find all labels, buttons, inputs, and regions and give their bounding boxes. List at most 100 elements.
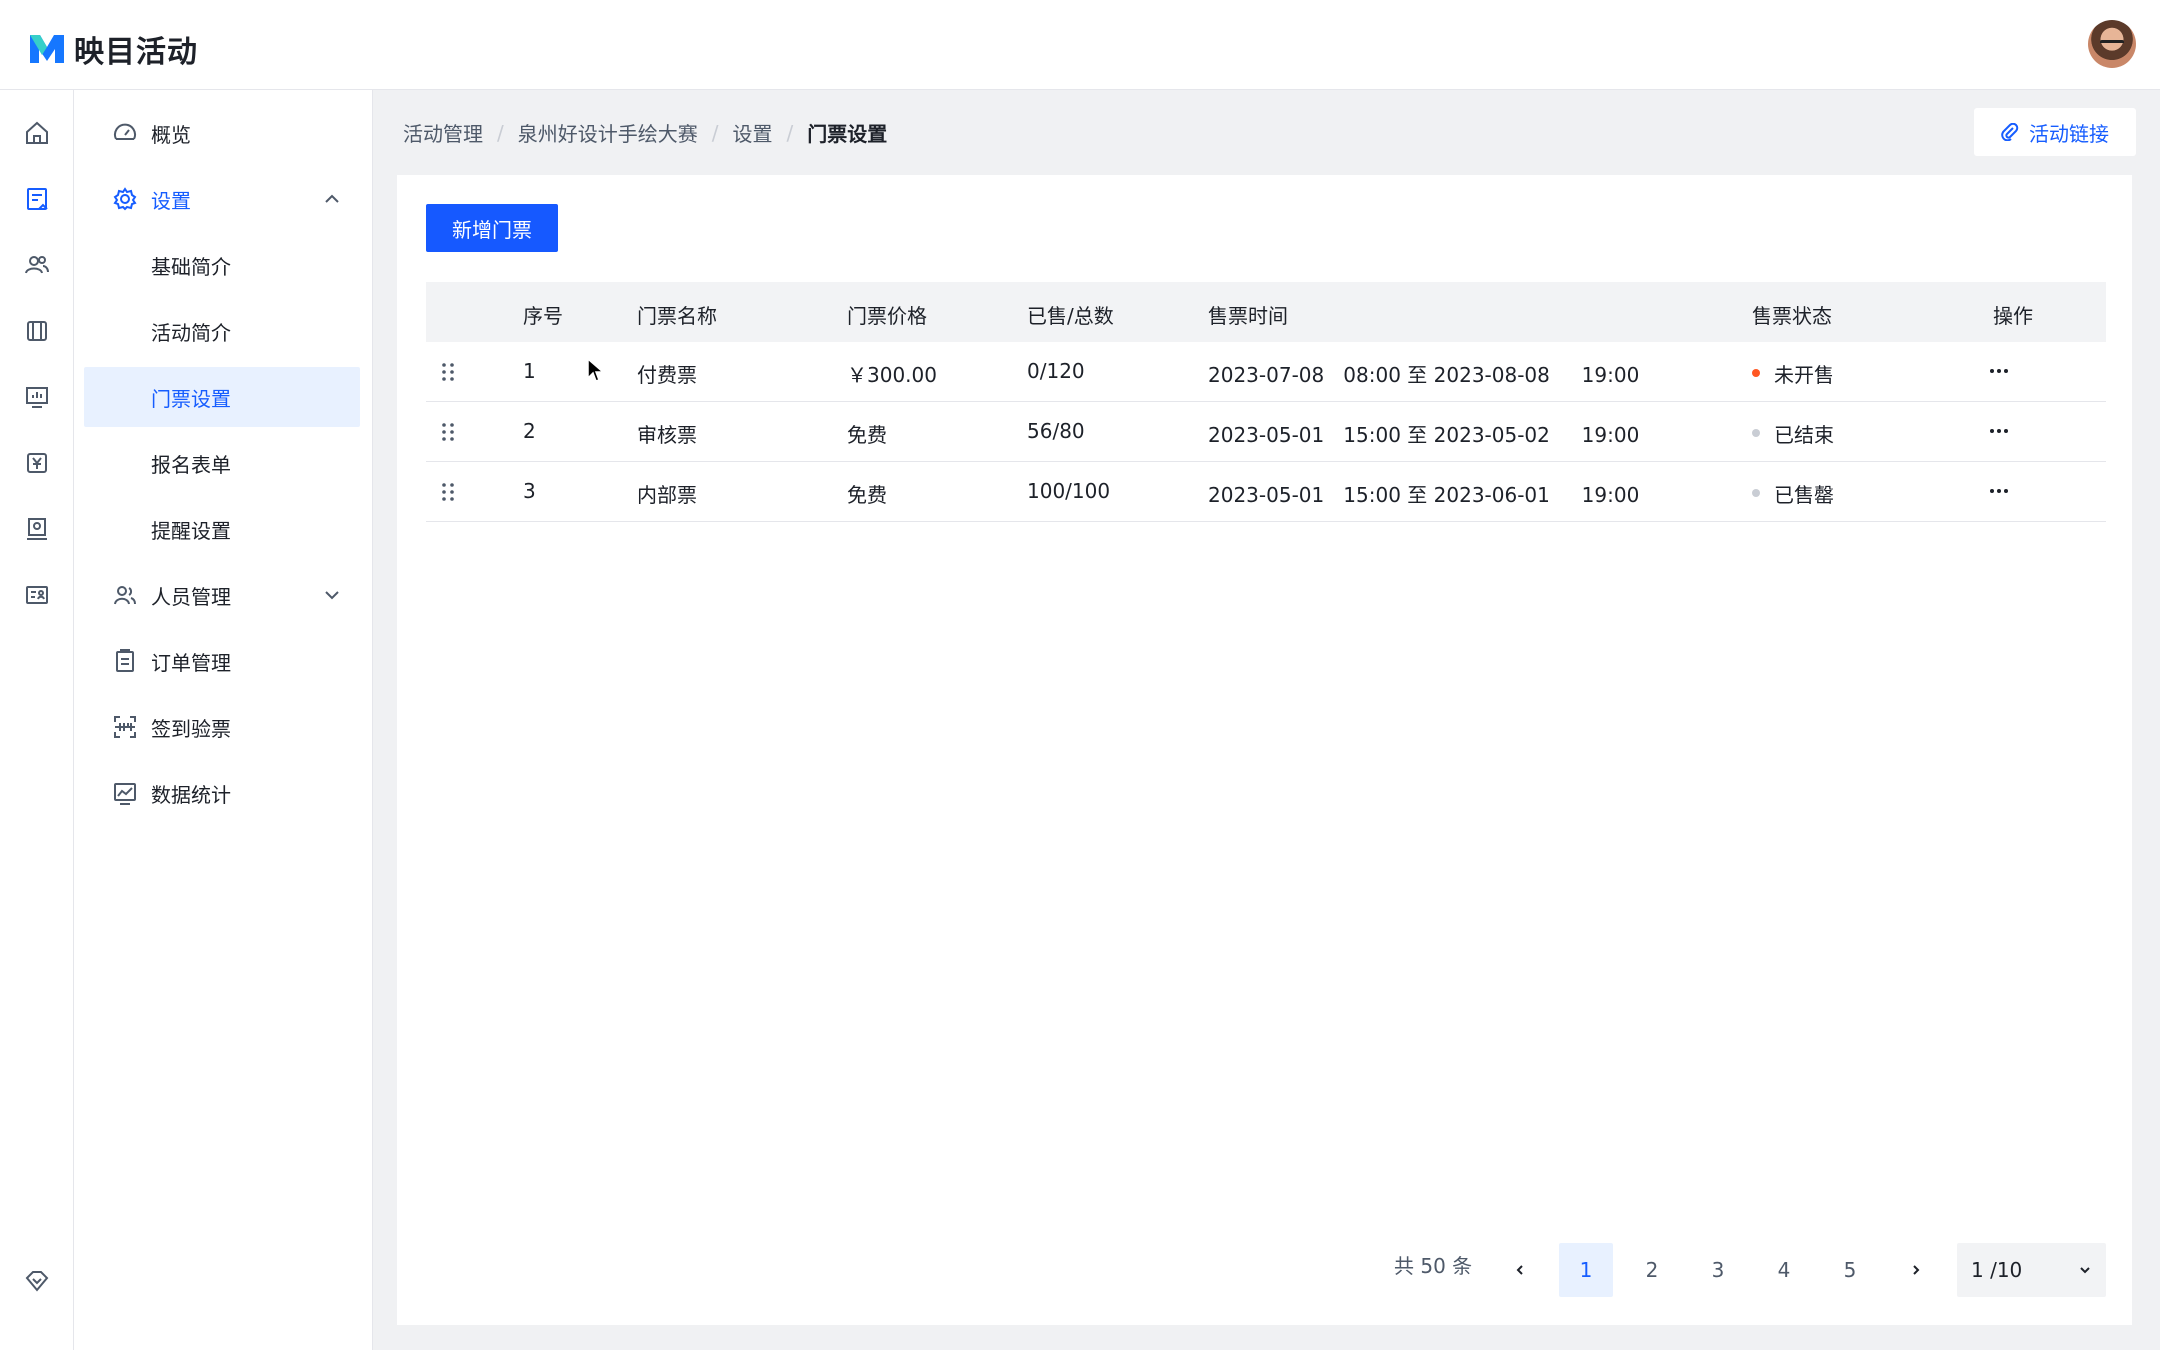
cell-status: 已售罄: [1774, 483, 1834, 507]
cell-name: 审核票: [637, 423, 697, 447]
breadcrumb-item[interactable]: 设置: [733, 118, 773, 147]
dashboard-icon[interactable]: [23, 383, 51, 411]
cell-price: 免费: [847, 423, 887, 447]
menu-registration-form[interactable]: 报名表单: [84, 433, 360, 493]
breadcrumb-separator: /: [497, 120, 504, 145]
breadcrumb-current: 门票设置: [807, 122, 888, 146]
cell-status: 已结束: [1774, 423, 1834, 447]
menu-label: 提醒设置: [151, 518, 231, 543]
menu-checkin[interactable]: 签到验票: [84, 697, 360, 757]
menu-ticket-settings[interactable]: 门票设置: [84, 367, 360, 427]
menu-overview[interactable]: 概览: [84, 103, 360, 163]
more-icon[interactable]: [1984, 356, 2014, 386]
menu-label: 报名表单: [151, 452, 231, 477]
icon-rail: [0, 90, 74, 1350]
menu-label: 订单管理: [151, 650, 231, 675]
menu-basic-intro[interactable]: 基础简介: [84, 235, 360, 295]
cell-sale-time: 2023-07-08 08:00 至 2023-08-08 19:00: [1208, 363, 1640, 387]
cell-sold: 56/80: [1027, 419, 1085, 443]
users-icon[interactable]: [23, 251, 51, 279]
page-button[interactable]: 1: [1559, 1243, 1613, 1297]
certificate-icon[interactable]: [23, 515, 51, 543]
chevron-left-icon: [1516, 1265, 1523, 1275]
more-icon[interactable]: [1984, 476, 2014, 506]
page-button[interactable]: 5: [1823, 1243, 1877, 1297]
cell-name: 内部票: [637, 483, 697, 507]
chevron-right-icon: [1913, 1265, 1920, 1275]
sidebar: 概览 设置 基础简介 活动简介 门票设置 报名表单 提醒设置 人员管理 订单管理…: [74, 90, 373, 1350]
chevron-down-icon: [2080, 1267, 2090, 1274]
scan-icon: [112, 714, 138, 740]
cell-sale-time: 2023-05-01 15:00 至 2023-05-02 19:00: [1208, 423, 1640, 447]
cell-price: ￥300.00: [847, 363, 937, 387]
menu-statistics[interactable]: 数据统计: [84, 763, 360, 823]
breadcrumb-separator: /: [786, 120, 794, 145]
gear-icon: [112, 186, 138, 212]
breadcrumb-separator: /: [711, 120, 719, 145]
column-header: 序号: [523, 304, 563, 328]
table-row[interactable]: 2 审核票 免费 56/80 2023-05-01 15:00 至 2023-0…: [426, 402, 2106, 462]
status-dot: [1752, 429, 1760, 437]
breadcrumb-item[interactable]: 活动管理: [403, 118, 483, 147]
gauge-icon: [112, 120, 138, 146]
cell-index: 3: [523, 479, 536, 503]
menu-reminder-settings[interactable]: 提醒设置: [84, 499, 360, 559]
menu-label: 活动简介: [151, 320, 231, 345]
page-button[interactable]: 4: [1757, 1243, 1811, 1297]
more-icon[interactable]: [1984, 416, 2014, 446]
drag-handle-icon[interactable]: [441, 422, 455, 442]
menu-label: 基础简介: [151, 254, 231, 279]
diamond-icon[interactable]: [23, 1267, 51, 1295]
breadcrumb: 活动管理 / 泉州好设计手绘大赛 / 设置 / 门票设置: [403, 118, 887, 147]
cell-status: 未开售: [1774, 363, 1834, 387]
prev-page-button[interactable]: [1493, 1243, 1547, 1297]
main-card: 新增门票 序号 门票名称 门票价格 已售/总数 售票时间 售票状态 操作 1 付…: [397, 175, 2132, 1325]
drag-handle-icon[interactable]: [441, 362, 455, 382]
column-header: 操作: [1993, 304, 2033, 328]
id-card-icon[interactable]: [23, 581, 51, 609]
ticket-icon[interactable]: [23, 317, 51, 345]
table-header: 序号 门票名称 门票价格 已售/总数 售票时间 售票状态 操作: [426, 282, 2106, 342]
app-logo[interactable]: 映目活动: [28, 27, 198, 71]
cell-name: 付费票: [637, 363, 697, 387]
clipboard-icon: [112, 648, 138, 674]
table-row[interactable]: 1 付费票 ￥300.00 0/120 2023-07-08 08:00 至 2…: [426, 342, 2106, 402]
top-bar: 映目活动: [0, 0, 2160, 90]
cell-price: 免费: [847, 483, 887, 507]
status-dot: [1752, 369, 1760, 377]
menu-label: 人员管理: [151, 584, 231, 609]
add-ticket-button[interactable]: 新增门票: [426, 204, 558, 252]
paperclip-icon: [2001, 123, 2019, 141]
menu-activity-intro[interactable]: 活动简介: [84, 301, 360, 361]
column-header: 门票名称: [637, 304, 717, 328]
page-button[interactable]: 3: [1691, 1243, 1745, 1297]
finance-icon[interactable]: [23, 449, 51, 477]
chart-icon: [112, 780, 138, 806]
menu-label: 签到验票: [151, 716, 231, 741]
breadcrumb-item[interactable]: 泉州好设计手绘大赛: [518, 118, 698, 147]
drag-handle-icon[interactable]: [441, 482, 455, 502]
cell-sale-time: 2023-05-01 15:00 至 2023-06-01 19:00: [1208, 483, 1640, 507]
activity-icon[interactable]: [23, 185, 51, 213]
next-page-button[interactable]: [1889, 1243, 1943, 1297]
home-icon[interactable]: [23, 119, 51, 147]
chevron-up-icon: [322, 189, 342, 209]
logo-mark-icon: [30, 35, 64, 63]
menu-label: 门票设置: [151, 386, 231, 411]
menu-people[interactable]: 人员管理: [84, 565, 360, 625]
column-header: 售票时间: [1208, 304, 1288, 328]
menu-label: 设置: [151, 188, 191, 213]
activity-link-button[interactable]: 活动链接: [1974, 108, 2136, 156]
column-header: 门票价格: [847, 304, 927, 328]
page-button[interactable]: 2: [1625, 1243, 1679, 1297]
menu-label: 概览: [151, 122, 191, 147]
menu-settings[interactable]: 设置: [84, 169, 360, 229]
page-size-value: 1 /10: [1971, 1258, 2023, 1282]
menu-orders[interactable]: 订单管理: [84, 631, 360, 691]
page-size-select[interactable]: 1 /10: [1957, 1243, 2106, 1297]
user-avatar[interactable]: [2088, 20, 2136, 68]
column-header: 售票状态: [1752, 304, 1832, 328]
menu-label: 数据统计: [151, 782, 231, 807]
table-row[interactable]: 3 内部票 免费 100/100 2023-05-01 15:00 至 2023…: [426, 462, 2106, 522]
cell-index: 2: [523, 419, 536, 443]
